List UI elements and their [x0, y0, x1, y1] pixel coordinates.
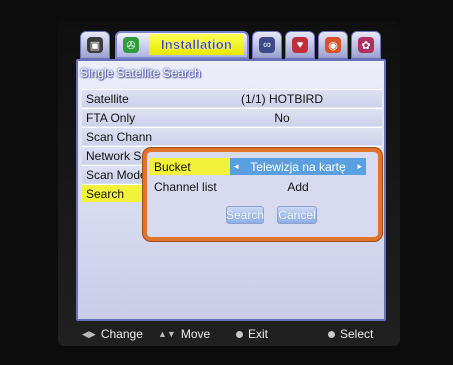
panel-title: Single Satellite Search — [80, 66, 201, 80]
channel-list-value[interactable]: Add — [230, 178, 366, 195]
footer-exit: Exit — [236, 327, 268, 341]
footer-bar: ◀▶ Change ▲▼ Move Exit Select — [60, 324, 400, 346]
satellite-dish-icon: ▣ — [87, 37, 103, 53]
footer-select: Select — [328, 327, 373, 341]
footer-select-label: Select — [340, 327, 374, 341]
tab-media[interactable]: ∞ — [252, 31, 282, 59]
bucket-label[interactable]: Bucket — [150, 158, 230, 175]
ok-key-icon — [328, 330, 335, 338]
channel-list-label: Channel list — [154, 179, 217, 194]
arrow-right-icon[interactable]: ▸ — [357, 161, 362, 172]
gear-icon: ✿ — [358, 37, 374, 53]
tab-settings[interactable]: ✿ — [351, 31, 381, 59]
exit-key-icon — [236, 330, 243, 338]
row-label: Scan Mode — [86, 167, 147, 182]
footer-change: ◀▶ Change — [82, 327, 143, 341]
disc-icon: ◉ — [325, 37, 341, 53]
row-value: (1/1) HOTBIRD — [240, 91, 323, 106]
row-label: Network Se — [86, 148, 149, 163]
glasses-icon: ∞ — [259, 37, 275, 53]
footer-change-label: Change — [100, 327, 143, 341]
bucket-selector[interactable]: ◂ Telewizja na kartę ▸ — [230, 158, 366, 175]
footer-move: ▲▼ Move — [158, 327, 210, 341]
heart-icon: ♥ — [292, 37, 308, 53]
up-down-arrows-icon: ▲▼ — [158, 329, 176, 339]
arrow-left-icon[interactable]: ◂ — [234, 161, 239, 172]
row-fta-only[interactable]: FTA Only No — [82, 108, 382, 126]
left-right-arrows-icon: ◀▶ — [82, 328, 96, 339]
search-button[interactable]: Search — [226, 206, 264, 224]
cancel-button[interactable]: Cancel — [277, 206, 317, 224]
tab-installation-label: Installation — [149, 34, 244, 55]
row-scan-channel[interactable]: Scan Chann — [82, 127, 382, 145]
row-label: Scan Chann — [86, 129, 153, 144]
tab-disc[interactable]: ◉ — [318, 31, 348, 59]
tab-satellite[interactable]: ▣ — [80, 31, 110, 59]
row-value: No — [274, 110, 290, 125]
tab-favorites[interactable]: ♥ — [285, 31, 315, 59]
row-satellite[interactable]: Satellite (1/1) HOTBIRD — [82, 89, 382, 107]
bucket-value: Telewizja na kartę — [250, 159, 346, 174]
row-label: Search — [86, 186, 125, 201]
footer-exit-label: Exit — [248, 327, 269, 341]
footer-move-label: Move — [180, 327, 211, 341]
tools-icon: ✇ — [123, 37, 139, 53]
